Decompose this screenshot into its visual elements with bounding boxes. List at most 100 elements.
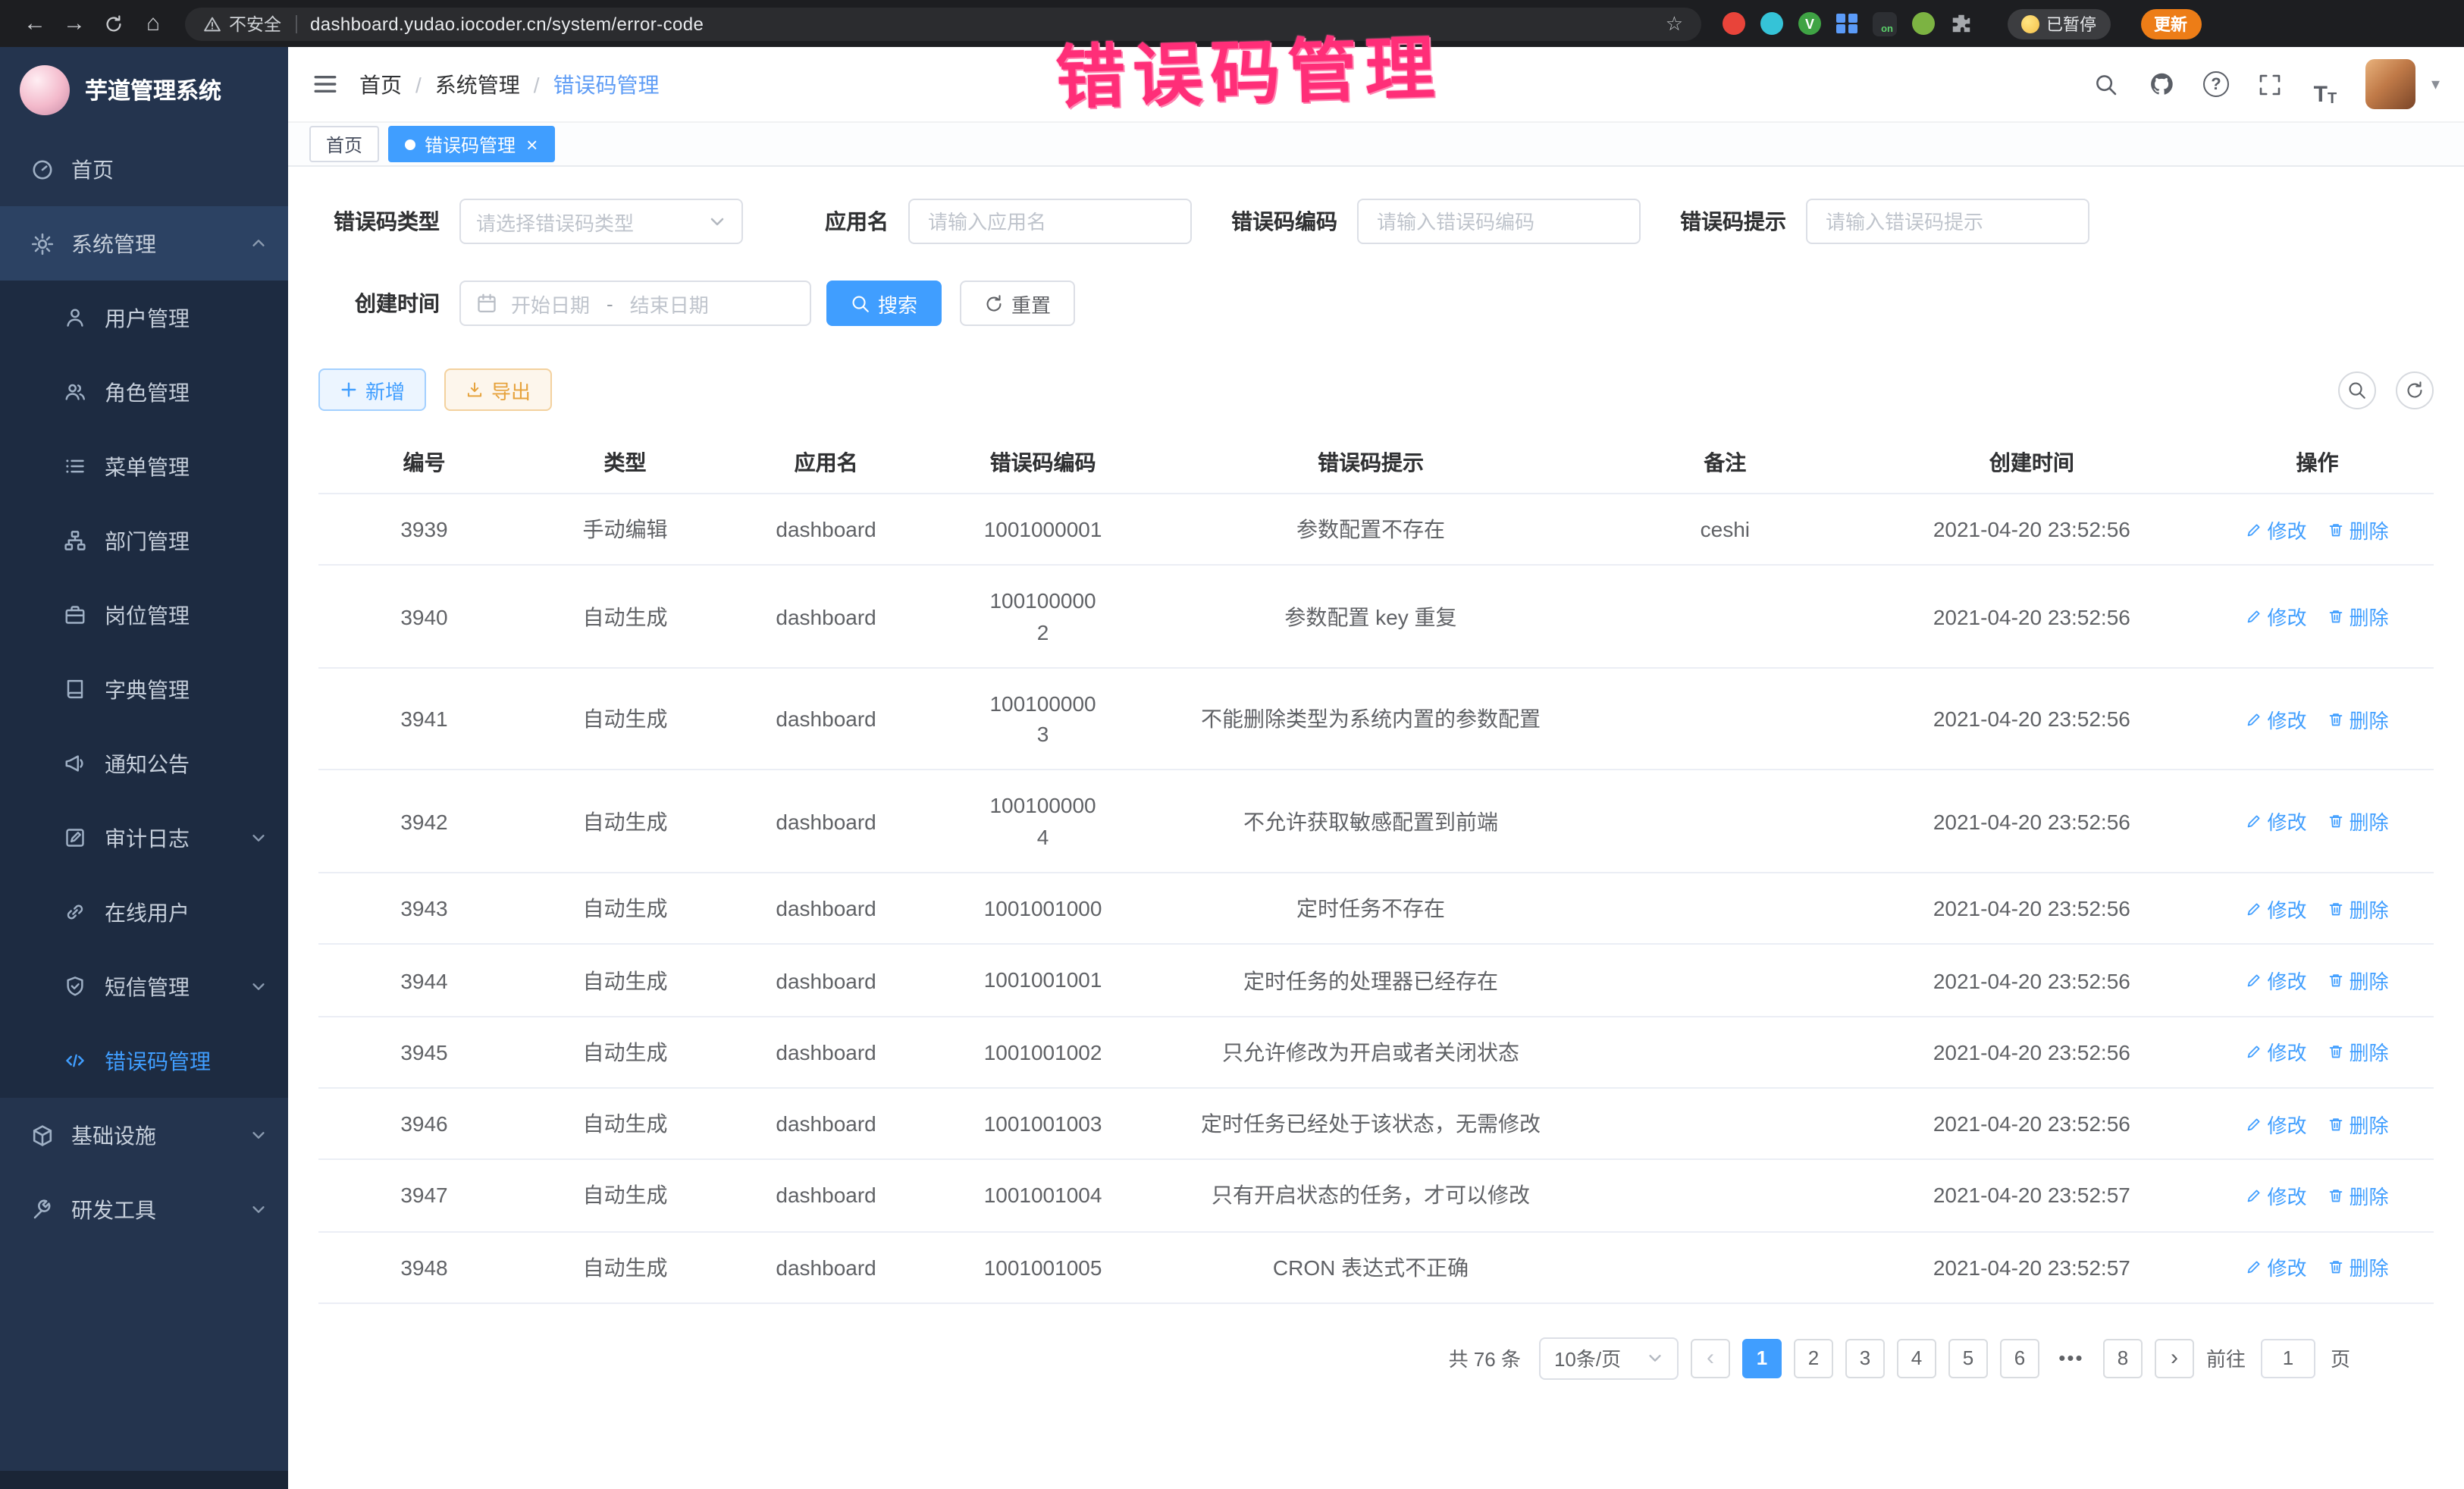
add-button[interactable]: 新增 bbox=[318, 368, 426, 411]
reset-button[interactable]: 重置 bbox=[960, 281, 1075, 326]
cell-operations: 修改 删除 bbox=[2201, 1016, 2434, 1088]
sidebar-item-notice-announcement[interactable]: 通知公告 bbox=[0, 726, 288, 801]
breadcrumb-home[interactable]: 首页 bbox=[359, 69, 402, 99]
avatar-caret-icon[interactable]: ▾ bbox=[2431, 74, 2440, 94]
sidebar-item-error-code-management[interactable]: 错误码管理 bbox=[0, 1023, 288, 1098]
hamburger-icon[interactable] bbox=[312, 71, 338, 97]
delete-link[interactable]: 删除 bbox=[2328, 515, 2389, 544]
page-size-select[interactable]: 10条/页 bbox=[1539, 1337, 1679, 1380]
bookmark-star-icon[interactable]: ☆ bbox=[1666, 11, 1683, 36]
fullscreen-icon[interactable] bbox=[2248, 61, 2293, 107]
edit-link[interactable]: 修改 bbox=[2246, 807, 2306, 836]
goto-page-input[interactable] bbox=[2261, 1339, 2315, 1378]
browser-back-icon[interactable]: ← bbox=[15, 11, 55, 36]
breadcrumb-system-management[interactable]: 系统管理 bbox=[435, 69, 520, 99]
edit-link[interactable]: 修改 bbox=[2246, 515, 2306, 544]
prev-page-button[interactable]: ‹ bbox=[1691, 1339, 1730, 1378]
help-icon[interactable]: ? bbox=[2193, 61, 2239, 107]
create-time-range[interactable]: 开始日期 - 结束日期 bbox=[459, 281, 811, 326]
error-type-select[interactable]: 请选择错误码类型 bbox=[459, 199, 743, 244]
page-button-8[interactable]: 8 bbox=[2103, 1339, 2143, 1378]
edit-link[interactable]: 修改 bbox=[2246, 1038, 2306, 1067]
translate-extension-icon[interactable]: on bbox=[1872, 11, 1896, 36]
cell-id: 3945 bbox=[318, 1016, 530, 1088]
edit-link[interactable]: 修改 bbox=[2246, 704, 2306, 733]
update-button[interactable]: 更新 bbox=[2140, 8, 2201, 39]
delete-link[interactable]: 删除 bbox=[2328, 1181, 2389, 1210]
leaf-extension-icon[interactable] bbox=[1911, 12, 1934, 35]
tab-error-code-management[interactable]: 错误码管理 × bbox=[388, 126, 554, 162]
sidebar-item-system-management[interactable]: 系统管理 bbox=[0, 206, 288, 281]
sidebar-item-infrastructure[interactable]: 基础设施 bbox=[0, 1098, 288, 1172]
user-avatar[interactable] bbox=[2366, 59, 2416, 109]
delete-link[interactable]: 删除 bbox=[2328, 807, 2389, 836]
cell-hint: 参数配置不存在 bbox=[1154, 494, 1588, 566]
url-bar[interactable]: 不安全 dashboard.yudao.iocoder.cn/system/er… bbox=[185, 7, 1701, 40]
puzzle-extensions-icon[interactable] bbox=[1949, 11, 1973, 36]
error-code-input[interactable] bbox=[1357, 199, 1641, 244]
grid-extension-icon[interactable] bbox=[1836, 14, 1857, 34]
toggle-search-button[interactable] bbox=[2338, 371, 2376, 409]
github-icon[interactable] bbox=[2139, 61, 2184, 107]
goto-label: 前往 bbox=[2206, 1344, 2246, 1373]
font-size-icon[interactable]: TT bbox=[2303, 61, 2348, 107]
page-button-5[interactable]: 5 bbox=[1948, 1339, 1988, 1378]
sidebar-item-post-management[interactable]: 岗位管理 bbox=[0, 578, 288, 652]
sidebar-item-role-management[interactable]: 角色管理 bbox=[0, 355, 288, 429]
edit-link[interactable]: 修改 bbox=[2246, 894, 2306, 923]
delete-link[interactable]: 删除 bbox=[2328, 894, 2389, 923]
sidebar-item-menu-management[interactable]: 菜单管理 bbox=[0, 429, 288, 503]
browser-reload-icon[interactable] bbox=[94, 13, 133, 34]
refresh-table-button[interactable] bbox=[2396, 371, 2434, 409]
page-button-3[interactable]: 3 bbox=[1845, 1339, 1885, 1378]
table-header-row: 编号 类型 应用名 错误码编码 错误码提示 备注 创建时间 操作 bbox=[318, 432, 2434, 494]
edit-link[interactable]: 修改 bbox=[2246, 602, 2306, 631]
browser-forward-icon[interactable]: → bbox=[55, 11, 94, 36]
sidebar-item-sms-management[interactable]: 短信管理 bbox=[0, 949, 288, 1023]
browser-home-icon[interactable]: ⌂ bbox=[133, 11, 173, 36]
calendar-icon bbox=[476, 293, 497, 314]
paused-badge[interactable]: 已暂停 bbox=[2007, 8, 2110, 39]
edit-link[interactable]: 修改 bbox=[2246, 1181, 2306, 1210]
edit-link[interactable]: 修改 bbox=[2246, 966, 2306, 995]
page-button-2[interactable]: 2 bbox=[1794, 1339, 1833, 1378]
sidebar-item-dev-tools[interactable]: 研发工具 bbox=[0, 1172, 288, 1246]
logo[interactable]: 芋道管理系统 bbox=[0, 47, 288, 132]
page-button-4[interactable]: 4 bbox=[1897, 1339, 1936, 1378]
edit-link[interactable]: 修改 bbox=[2246, 1109, 2306, 1138]
page-button-6[interactable]: 6 bbox=[2000, 1339, 2039, 1378]
delete-link[interactable]: 删除 bbox=[2328, 1038, 2389, 1067]
url-text: dashboard.yudao.iocoder.cn/system/error-… bbox=[310, 13, 704, 34]
sidebar-item-home[interactable]: 首页 bbox=[0, 132, 288, 206]
sidebar-item-dictionary-management[interactable]: 字典管理 bbox=[0, 652, 288, 726]
cell-id: 3941 bbox=[318, 668, 530, 770]
page-ellipsis[interactable]: ••• bbox=[2052, 1339, 2091, 1378]
record-extension-icon[interactable] bbox=[1723, 12, 1745, 35]
next-page-button[interactable]: › bbox=[2155, 1339, 2194, 1378]
sidebar-item-audit-log[interactable]: 审计日志 bbox=[0, 801, 288, 875]
cell-time: 2021-04-20 23:52:56 bbox=[1863, 668, 2201, 770]
cell-time: 2021-04-20 23:52:56 bbox=[1863, 1016, 2201, 1088]
delete-link[interactable]: 删除 bbox=[2328, 704, 2389, 733]
delete-link[interactable]: 删除 bbox=[2328, 966, 2389, 995]
export-button[interactable]: 导出 bbox=[444, 368, 552, 411]
search-icon[interactable] bbox=[2084, 61, 2130, 107]
tab-home[interactable]: 首页 bbox=[309, 126, 379, 162]
check-extension-icon[interactable]: V bbox=[1798, 12, 1821, 35]
error-hint-input[interactable] bbox=[1806, 199, 2089, 244]
delete-link[interactable]: 删除 bbox=[2328, 1252, 2389, 1281]
cell-time: 2021-04-20 23:52:56 bbox=[1863, 494, 2201, 566]
screen: 错误码管理 ← → ⌂ 不安全 dashboard.yudao.iocoder.… bbox=[0, 0, 2464, 1489]
close-tab-icon[interactable]: × bbox=[526, 134, 538, 154]
search-button[interactable]: 搜索 bbox=[826, 281, 942, 326]
delete-icon bbox=[2328, 608, 2345, 625]
page-button-1[interactable]: 1 bbox=[1742, 1339, 1782, 1378]
delete-link[interactable]: 删除 bbox=[2328, 1109, 2389, 1138]
delete-link[interactable]: 删除 bbox=[2328, 602, 2389, 631]
sidebar-item-online-users[interactable]: 在线用户 bbox=[0, 875, 288, 949]
drop-extension-icon[interactable] bbox=[1760, 12, 1783, 35]
app-name-input[interactable] bbox=[908, 199, 1192, 244]
sidebar-item-department-management[interactable]: 部门管理 bbox=[0, 503, 288, 578]
edit-link[interactable]: 修改 bbox=[2246, 1252, 2306, 1281]
sidebar-item-user-management[interactable]: 用户管理 bbox=[0, 281, 288, 355]
